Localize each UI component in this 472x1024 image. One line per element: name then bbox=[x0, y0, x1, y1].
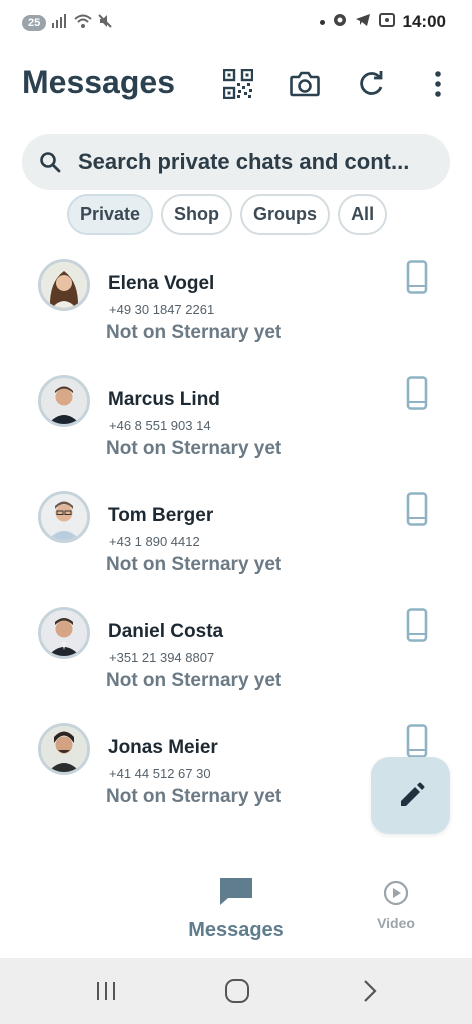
filter-chip-private[interactable]: Private bbox=[67, 194, 154, 235]
contact-row[interactable]: Tom Berger +43 1 890 4412 Not on Sternar… bbox=[0, 486, 472, 602]
contact-name: Jonas Meier bbox=[108, 737, 218, 758]
status-bar: 25 14:00 bbox=[0, 0, 472, 46]
avatar bbox=[38, 723, 90, 775]
home-icon bbox=[225, 979, 249, 1003]
avatar bbox=[38, 259, 90, 311]
contact-list: Elena Vogel +49 30 1847 2261 Not on Ster… bbox=[0, 254, 472, 834]
clock: 14:00 bbox=[402, 12, 446, 31]
avatar bbox=[38, 607, 90, 659]
play-circle-icon bbox=[383, 880, 409, 906]
chevron-right-icon bbox=[364, 980, 377, 1002]
recent-apps-button[interactable] bbox=[91, 978, 121, 1004]
chat-bubble-icon bbox=[220, 878, 252, 905]
contact-phone: +46 8 551 903 14 bbox=[109, 418, 211, 433]
contact-row[interactable]: Marcus Lind +46 8 551 903 14 Not on Ster… bbox=[0, 370, 472, 486]
filter-chips: Private Shop Groups All bbox=[67, 194, 388, 235]
qr-code-button[interactable] bbox=[220, 66, 256, 102]
recent-apps-icon bbox=[97, 982, 115, 1000]
phone-icon bbox=[406, 260, 428, 294]
contact-row[interactable]: Daniel Costa +351 21 394 8807 Not on Ste… bbox=[0, 602, 472, 718]
camera-icon bbox=[290, 71, 320, 97]
filter-chip-groups[interactable]: Groups bbox=[240, 194, 331, 235]
notification-count-badge: 25 bbox=[22, 14, 47, 31]
phone-icon bbox=[406, 608, 428, 642]
home-button[interactable] bbox=[222, 978, 252, 1004]
bottom-navigation: Messages Video bbox=[0, 860, 472, 956]
nav-video-tab[interactable]: Video bbox=[370, 880, 422, 931]
nav-video-label: Video bbox=[377, 915, 415, 931]
back-button[interactable] bbox=[355, 978, 385, 1004]
refresh-button[interactable] bbox=[353, 66, 389, 102]
phone-icon bbox=[406, 376, 428, 410]
compose-button[interactable] bbox=[371, 757, 450, 834]
app-header: Messages bbox=[0, 56, 472, 116]
phone-icon bbox=[406, 492, 428, 526]
contact-name: Daniel Costa bbox=[108, 621, 224, 642]
chrome-icon bbox=[333, 13, 347, 32]
filter-chip-all[interactable]: All bbox=[338, 194, 388, 235]
search-bar[interactable] bbox=[22, 134, 450, 190]
contact-status: Not on Sternary yet bbox=[106, 438, 282, 459]
status-right: 14:00 bbox=[319, 12, 446, 32]
contact-status: Not on Sternary yet bbox=[106, 670, 282, 691]
avatar bbox=[38, 375, 90, 427]
contact-name: Marcus Lind bbox=[108, 389, 220, 410]
signal-icon bbox=[52, 14, 68, 31]
qr-code-icon bbox=[223, 69, 253, 99]
phone-icon bbox=[406, 724, 428, 758]
contact-phone: +49 30 1847 2261 bbox=[109, 302, 215, 317]
nav-messages-tab[interactable]: Messages bbox=[186, 876, 286, 942]
system-nav-bar bbox=[0, 958, 472, 1024]
wifi-icon bbox=[74, 14, 92, 31]
camera-button[interactable] bbox=[287, 66, 323, 102]
contact-status: Not on Sternary yet bbox=[106, 554, 282, 575]
status-left: 25 bbox=[22, 14, 112, 31]
filter-chip-shop[interactable]: Shop bbox=[161, 194, 233, 235]
search-icon bbox=[40, 152, 61, 173]
pencil-icon bbox=[400, 782, 424, 806]
contact-phone: +351 21 394 8807 bbox=[109, 650, 215, 665]
screenshot-icon bbox=[378, 12, 395, 32]
dot-icon bbox=[319, 19, 325, 25]
contact-status: Not on Sternary yet bbox=[106, 322, 282, 343]
avatar bbox=[38, 491, 90, 543]
contact-name: Elena Vogel bbox=[108, 273, 215, 294]
contact-status: Not on Sternary yet bbox=[106, 786, 282, 807]
search-input[interactable] bbox=[78, 149, 418, 175]
page-title: Messages bbox=[22, 64, 175, 100]
contact-row[interactable]: Elena Vogel +49 30 1847 2261 Not on Ster… bbox=[0, 254, 472, 370]
contact-phone: +41 44 512 67 30 bbox=[109, 766, 211, 781]
contact-phone: +43 1 890 4412 bbox=[109, 534, 200, 549]
telegram-icon bbox=[355, 13, 371, 32]
contact-name: Tom Berger bbox=[108, 505, 214, 526]
mute-icon bbox=[98, 14, 112, 31]
refresh-icon bbox=[360, 71, 383, 95]
more-vert-icon bbox=[435, 71, 441, 97]
more-options-button[interactable] bbox=[420, 66, 456, 102]
nav-messages-label: Messages bbox=[188, 919, 284, 941]
